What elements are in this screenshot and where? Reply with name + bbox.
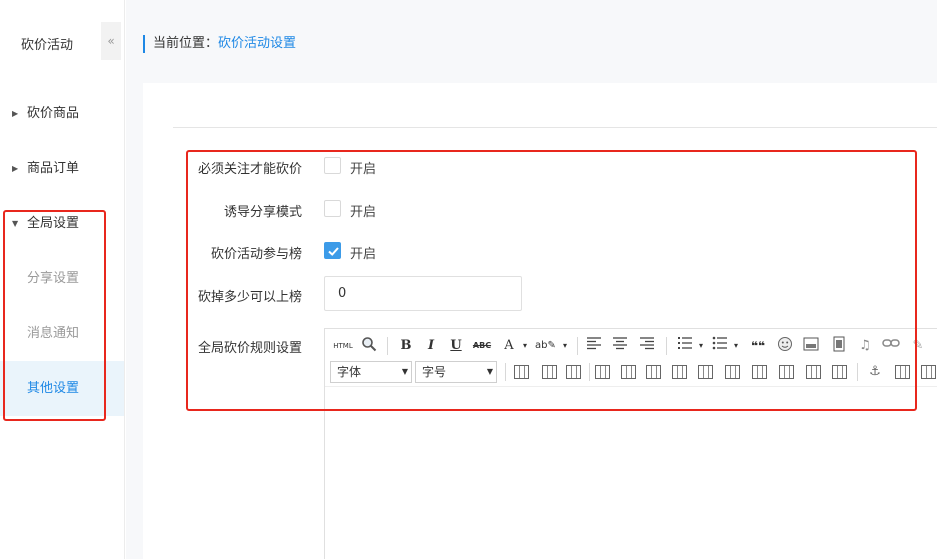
insert-column-icon[interactable] bbox=[646, 365, 661, 379]
insert-table-icon[interactable] bbox=[514, 365, 529, 379]
underline-icon[interactable]: U bbox=[446, 336, 466, 356]
share-mode-option-label: 开启 bbox=[350, 205, 377, 220]
sidebar-item-label: 全局设置 bbox=[27, 216, 80, 231]
align-left-icon[interactable] bbox=[584, 336, 604, 356]
align-center-icon[interactable] bbox=[610, 336, 630, 356]
highlight-color-icon[interactable]: ab✎ bbox=[535, 336, 556, 356]
chevron-down-icon[interactable]: ▾ bbox=[555, 336, 575, 356]
must-follow-checkbox[interactable] bbox=[324, 157, 341, 174]
sidebar-item-global-settings[interactable]: ▼ 全局设置 bbox=[0, 196, 124, 251]
breadcrumb-current[interactable]: 砍价活动设置 bbox=[218, 36, 296, 51]
font-family-value: 字体 bbox=[337, 365, 362, 379]
sidebar-subitem-label: 其他设置 bbox=[27, 381, 80, 396]
split-cells-icon[interactable] bbox=[779, 365, 794, 379]
rank-threshold-label: 砍掉多少可以上榜 bbox=[197, 290, 302, 305]
caret-right-icon: ▶ bbox=[12, 164, 19, 173]
merge-down-icon[interactable] bbox=[752, 365, 767, 379]
chevron-down-icon[interactable]: ▾ bbox=[515, 336, 535, 356]
double-chevron-left-icon: « bbox=[107, 34, 115, 48]
toolbar-separator bbox=[505, 363, 506, 381]
split-columns-icon[interactable] bbox=[832, 365, 847, 379]
breadcrumb-prefix: 当前位置： bbox=[153, 36, 219, 51]
font-size-select[interactable]: 字号 ▼ bbox=[415, 361, 497, 383]
sidebar-subitem-other-settings[interactable]: 其他设置 bbox=[0, 361, 124, 416]
rich-text-editor[interactable]: HTML B I U ABC A ▾ ab✎ ▾ ▾ ▾ ❝❝ ♫ ✎ 字体 ▼… bbox=[324, 328, 937, 559]
link-icon[interactable] bbox=[881, 336, 901, 356]
share-mode-checkbox[interactable] bbox=[324, 200, 341, 217]
preview-search-icon[interactable] bbox=[359, 336, 379, 356]
merge-cells-icon[interactable] bbox=[698, 365, 713, 379]
insert-row-below-icon[interactable] bbox=[621, 365, 636, 379]
ranking-option-label: 开启 bbox=[350, 247, 377, 262]
sidebar-item-label: 商品订单 bbox=[27, 161, 80, 176]
chevron-down-icon: ▼ bbox=[401, 367, 408, 376]
delete-column-icon[interactable] bbox=[672, 365, 687, 379]
chevron-down-icon[interactable]: ▾ bbox=[726, 336, 746, 356]
bold-icon[interactable]: B bbox=[396, 336, 416, 356]
editor-toolbar: HTML B I U ABC A ▾ ab✎ ▾ ▾ ▾ ❝❝ ♫ ✎ 字体 ▼… bbox=[325, 329, 937, 386]
divider bbox=[173, 127, 937, 128]
sidebar: 砍价活动 « ▶ 砍价商品 ▶ 商品订单 ▼ 全局设置 分享设置 消息通知 其他… bbox=[0, 0, 125, 559]
anchor-icon[interactable]: ⚓ bbox=[865, 362, 885, 382]
font-size-value: 字号 bbox=[422, 365, 447, 379]
music-icon[interactable]: ♫ bbox=[855, 336, 875, 356]
image-icon[interactable] bbox=[801, 336, 821, 356]
font-family-select[interactable]: 字体 ▼ bbox=[330, 361, 412, 383]
toolbar-separator bbox=[857, 363, 858, 381]
blockquote-icon[interactable]: ❝❝ bbox=[748, 336, 768, 356]
strikethrough-icon[interactable]: ABC bbox=[472, 336, 492, 356]
must-follow-option-label: 开启 bbox=[350, 162, 377, 177]
merge-right-icon[interactable] bbox=[725, 365, 740, 379]
breadcrumb: 当前位置：砍价活动设置 bbox=[143, 35, 296, 53]
toolbar-separator bbox=[577, 337, 578, 355]
ranking-checkbox[interactable] bbox=[324, 242, 341, 259]
caret-down-icon: ▼ bbox=[12, 219, 19, 228]
video-icon[interactable] bbox=[829, 336, 849, 356]
insert-caption-icon[interactable] bbox=[566, 365, 581, 379]
sidebar-subitem-share-settings[interactable]: 分享设置 bbox=[0, 251, 124, 306]
toolbar-separator bbox=[387, 337, 388, 355]
ranking-label: 砍价活动参与榜 bbox=[210, 247, 302, 262]
editor-content-area[interactable] bbox=[325, 386, 937, 559]
attachment-icon[interactable] bbox=[895, 365, 910, 379]
rules-label: 全局砍价规则设置 bbox=[197, 341, 302, 356]
html-source-icon[interactable]: HTML bbox=[331, 336, 355, 356]
share-mode-label: 诱导分享模式 bbox=[223, 205, 302, 220]
sidebar-item-label: 砍价商品 bbox=[27, 106, 80, 121]
content-gutter bbox=[126, 83, 143, 559]
insert-row-above-icon[interactable] bbox=[595, 365, 610, 379]
toolbar-separator bbox=[666, 337, 667, 355]
print-icon[interactable] bbox=[921, 365, 936, 379]
sidebar-subitem-label: 分享设置 bbox=[27, 271, 80, 286]
collapse-sidebar-button[interactable]: « bbox=[101, 22, 121, 60]
sidebar-item-orders[interactable]: ▶ 商品订单 bbox=[0, 141, 124, 196]
chevron-down-icon[interactable]: ▾ bbox=[691, 336, 711, 356]
align-right-icon[interactable] bbox=[637, 336, 657, 356]
sidebar-item-bargain-products[interactable]: ▶ 砍价商品 bbox=[0, 86, 124, 141]
caret-right-icon: ▶ bbox=[12, 109, 19, 118]
table-properties-icon[interactable] bbox=[542, 365, 557, 379]
emoji-icon[interactable] bbox=[775, 336, 795, 356]
checkmark-icon bbox=[328, 247, 339, 256]
split-rows-icon[interactable] bbox=[806, 365, 821, 379]
chevron-down-icon: ▼ bbox=[486, 367, 493, 376]
sidebar-title: 砍价活动 bbox=[21, 38, 74, 53]
sidebar-subitem-label: 消息通知 bbox=[27, 326, 80, 341]
toolbar-separator bbox=[589, 363, 590, 381]
topbar: 当前位置：砍价活动设置 bbox=[126, 0, 937, 83]
italic-icon[interactable]: I bbox=[421, 336, 441, 356]
rank-threshold-input[interactable]: 0 bbox=[324, 276, 522, 311]
eraser-icon[interactable]: ✎ bbox=[908, 336, 928, 356]
sidebar-header: 砍价活动 « bbox=[0, 22, 125, 60]
sidebar-subitem-notifications[interactable]: 消息通知 bbox=[0, 306, 124, 361]
must-follow-label: 必须关注才能砍价 bbox=[197, 162, 302, 177]
